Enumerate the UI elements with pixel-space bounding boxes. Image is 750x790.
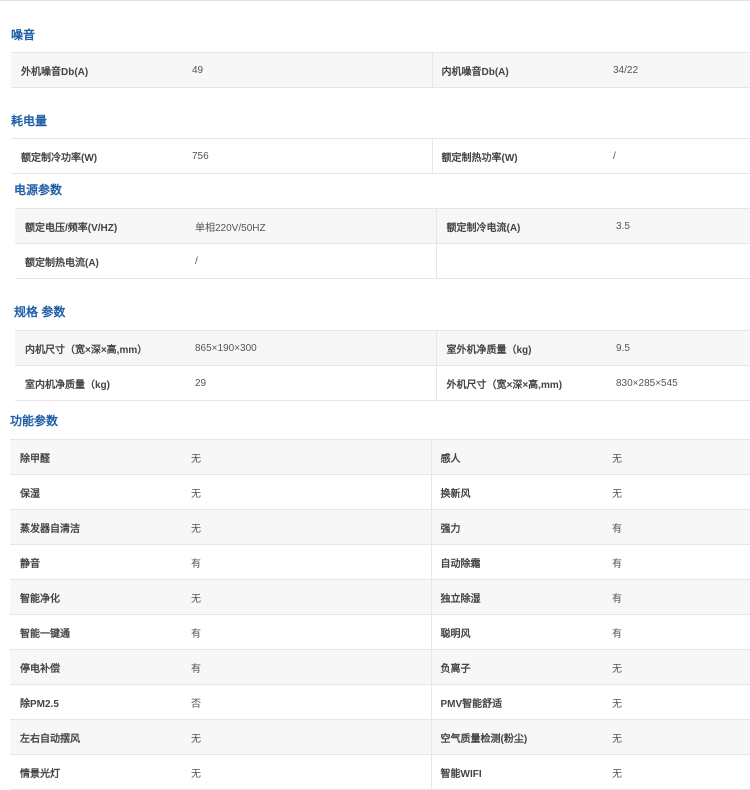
spec-value: 有 <box>612 509 750 545</box>
spec-table: 额定制冷功率(W) 756 额定制热功率(W) / <box>11 138 750 174</box>
section-power-consumption: 耗电量 额定制冷功率(W) 756 额定制热功率(W) / <box>0 110 750 174</box>
spec-label: 左右自动摆风 <box>10 719 191 755</box>
spec-value: 否 <box>191 684 431 720</box>
spec-value: 无 <box>191 474 431 510</box>
spec-label: 额定制冷功率(W) <box>11 138 192 174</box>
spec-value: 有 <box>612 614 750 650</box>
spec-label: 强力 <box>430 509 612 545</box>
spec-label: 静音 <box>10 544 191 580</box>
spec-value: / <box>613 138 750 174</box>
spec-value: 无 <box>191 719 431 755</box>
table-row: 室内机净质量（kg) 29 外机尺寸（宽×深×高,mm) 830×285×545 <box>15 365 750 401</box>
table-row: 额定制冷功率(W) 756 额定制热功率(W) / <box>11 138 750 174</box>
spec-label: 额定制冷电流(A) <box>435 208 616 244</box>
spec-label: 额定电压/频率(V/HZ) <box>15 208 195 244</box>
spec-table: 除甲醛无感人无保湿无换新风无蒸发器自清洁无强力有静音有自动除霜有智能净化无独立除… <box>10 439 750 790</box>
section-features: 功能参数 除甲醛无感人无保湿无换新风无蒸发器自清洁无强力有静音有自动除霜有智能净… <box>0 410 750 790</box>
spec-label: 负离子 <box>430 649 612 685</box>
spec-label: 自动除霜 <box>430 544 612 580</box>
section-title: 耗电量 <box>11 114 48 128</box>
spec-label: 蒸发器自清洁 <box>10 509 191 545</box>
table-row: 蒸发器自清洁无强力有 <box>10 509 750 545</box>
spec-label: 智能一键通 <box>10 614 191 650</box>
spec-label: 除PM2.5 <box>10 684 191 720</box>
table-row: 停电补偿有负离子无 <box>10 649 750 685</box>
section-title: 规格 参数 <box>14 305 66 319</box>
spec-value: 有 <box>191 614 431 650</box>
spec-label: 换新风 <box>430 474 612 510</box>
spec-value: / <box>195 243 436 279</box>
spec-value <box>616 243 750 279</box>
spec-value: 830×285×545 <box>616 365 750 401</box>
section-power-supply: 电源参数 额定电压/频率(V/HZ) 单相220V/50HZ 额定制冷电流(A)… <box>0 179 750 279</box>
spec-value: 865×190×300 <box>195 330 436 366</box>
spec-label: 额定制热电流(A) <box>15 243 195 279</box>
spec-label: 智能WIFI <box>430 754 612 790</box>
section-title: 功能参数 <box>10 414 59 428</box>
spec-label: 聪明风 <box>430 614 612 650</box>
spec-table: 外机噪音Db(A) 49 内机噪音Db(A) 34/22 <box>11 52 750 88</box>
table-row: 静音有自动除霜有 <box>10 544 750 580</box>
spec-label: 独立除湿 <box>430 579 612 615</box>
table-row: 左右自动摆风无空气质量检测(粉尘) 无 <box>10 719 750 755</box>
spec-table: 内机尺寸（宽×深×高,mm） 865×190×300 室外机净质量（kg) 9.… <box>15 330 750 401</box>
spec-value: 有 <box>612 579 750 615</box>
table-row: 情景光灯无智能WIFI 无 <box>10 754 750 790</box>
spec-value: 无 <box>612 474 750 510</box>
spec-label: 室内机净质量（kg) <box>15 365 195 401</box>
spec-table: 额定电压/频率(V/HZ) 单相220V/50HZ 额定制冷电流(A) 3.5 … <box>15 208 750 279</box>
spec-label: 停电补偿 <box>10 649 191 685</box>
spec-label: 额定制热功率(W) <box>431 138 613 174</box>
spec-label: 智能净化 <box>10 579 191 615</box>
spec-label: 保湿 <box>10 474 191 510</box>
spec-value: 无 <box>191 754 431 790</box>
spec-label <box>435 243 616 279</box>
section-title: 噪音 <box>11 28 36 42</box>
spec-value: 49 <box>192 52 432 88</box>
spec-value: 无 <box>612 684 750 720</box>
spec-label: 感人 <box>430 439 612 475</box>
table-row: 除甲醛无感人无 <box>10 439 750 475</box>
table-row: 额定电压/频率(V/HZ) 单相220V/50HZ 额定制冷电流(A) 3.5 <box>15 208 750 244</box>
spec-label: 空气质量检测(粉尘) <box>430 719 612 755</box>
spec-value: 无 <box>612 439 750 475</box>
section-title: 电源参数 <box>14 183 63 197</box>
table-row: 保湿无换新风无 <box>10 474 750 510</box>
table-row: 内机尺寸（宽×深×高,mm） 865×190×300 室外机净质量（kg) 9.… <box>15 330 750 366</box>
section-noise: 噪音 外机噪音Db(A) 49 内机噪音Db(A) 34/22 <box>0 24 750 88</box>
table-row: 智能净化无独立除湿有 <box>10 579 750 615</box>
spec-value: 9.5 <box>616 330 750 366</box>
table-row: 除PM2.5 否 PMV智能舒适无 <box>10 684 750 720</box>
spec-label: 内机尺寸（宽×深×高,mm） <box>15 330 195 366</box>
spec-value: 3.5 <box>616 208 750 244</box>
spec-value: 无 <box>191 509 431 545</box>
spec-label: 外机噪音Db(A) <box>11 52 192 88</box>
spec-value: 34/22 <box>613 52 750 88</box>
table-row: 额定制热电流(A) / <box>15 243 750 279</box>
table-row: 外机噪音Db(A) 49 内机噪音Db(A) 34/22 <box>11 52 750 88</box>
spec-label: 情景光灯 <box>10 754 191 790</box>
spec-value: 有 <box>612 544 750 580</box>
spec-label: 除甲醛 <box>10 439 191 475</box>
section-specifications: 规格 参数 内机尺寸（宽×深×高,mm） 865×190×300 室外机净质量（… <box>0 301 750 401</box>
spec-value: 无 <box>191 439 431 475</box>
spec-value: 单相220V/50HZ <box>195 208 436 244</box>
spec-value: 无 <box>191 579 431 615</box>
spec-label: 内机噪音Db(A) <box>431 52 613 88</box>
spec-value: 无 <box>612 754 750 790</box>
spec-value: 无 <box>612 649 750 685</box>
top-divider <box>0 0 750 1</box>
spec-label: 室外机净质量（kg) <box>435 330 616 366</box>
table-row: 智能一键通有聪明风有 <box>10 614 750 650</box>
spec-label: 外机尺寸（宽×深×高,mm) <box>435 365 616 401</box>
spec-value: 无 <box>612 719 750 755</box>
spec-label: PMV智能舒适 <box>430 684 612 720</box>
spec-value: 有 <box>191 544 431 580</box>
spec-value: 756 <box>192 138 432 174</box>
spec-value: 有 <box>191 649 431 685</box>
spec-value: 29 <box>195 365 436 401</box>
